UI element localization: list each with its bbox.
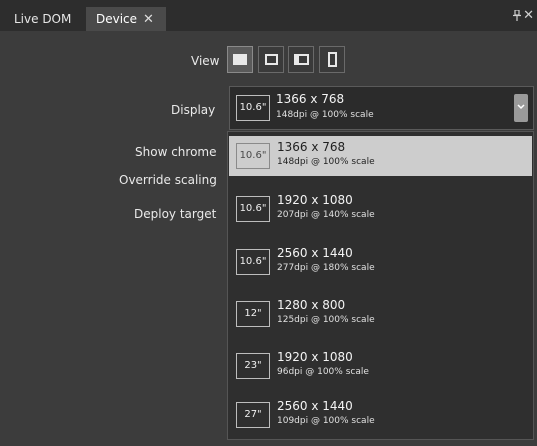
tab-bar: Live DOM Device ✕ ✕ [0, 0, 537, 31]
display-option[interactable]: 10.6" 2560 x 1440 277dpi @ 180% scale [229, 242, 532, 282]
option-resolution: 1280 x 800 [277, 298, 346, 312]
display-size-icon: 27" [236, 402, 270, 428]
option-resolution: 1920 x 1080 [277, 193, 353, 207]
display-option[interactable]: 10.6" 1920 x 1080 207dpi @ 140% scale [229, 189, 532, 229]
tab-device[interactable]: Device ✕ [86, 7, 166, 31]
view-landscape-small-button[interactable] [258, 46, 284, 73]
view-landscape-full-button[interactable] [227, 46, 253, 73]
display-resolution: 1366 x 768 [276, 92, 345, 106]
display-select[interactable]: 10.6" 1366 x 768 148dpi @ 100% scale [229, 86, 534, 130]
landscape-small-icon [265, 54, 278, 65]
landscape-snapped-icon [294, 54, 309, 65]
option-resolution: 2560 x 1440 [277, 399, 353, 413]
display-size-icon: 10.6" [236, 143, 270, 169]
option-resolution: 1920 x 1080 [277, 350, 353, 364]
view-label: View [191, 54, 220, 68]
option-resolution: 2560 x 1440 [277, 246, 353, 260]
pane-close-icon[interactable]: ✕ [523, 8, 534, 23]
chevron-down-icon[interactable] [514, 94, 528, 122]
display-option[interactable]: 10.6" 1366 x 768 148dpi @ 100% scale [229, 136, 532, 176]
display-size-icon: 10.6" [236, 95, 270, 121]
option-dpi: 109dpi @ 100% scale [277, 416, 375, 426]
display-size-icon: 10.6" [236, 249, 270, 275]
landscape-full-icon [233, 54, 247, 65]
option-dpi: 207dpi @ 140% scale [277, 210, 375, 220]
display-dpi: 148dpi @ 100% scale [276, 110, 374, 120]
override-scaling-label: Override scaling [119, 173, 217, 187]
show-chrome-label: Show chrome [135, 145, 217, 159]
pin-icon[interactable] [513, 9, 521, 24]
portrait-icon [328, 52, 337, 67]
tab-close-icon[interactable]: ✕ [143, 12, 154, 27]
tab-live-dom[interactable]: Live DOM [4, 7, 81, 31]
deploy-target-label: Deploy target [134, 207, 217, 221]
display-size-icon: 12" [236, 301, 270, 327]
display-size-icon: 23" [236, 353, 270, 379]
option-dpi: 277dpi @ 180% scale [277, 263, 375, 273]
tab-device-label: Device [96, 12, 138, 26]
option-resolution: 1366 x 768 [277, 140, 346, 154]
view-landscape-snapped-button[interactable] [288, 46, 314, 73]
display-label: Display [171, 103, 216, 117]
display-option[interactable]: 27" 2560 x 1440 109dpi @ 100% scale [229, 395, 532, 435]
view-portrait-button[interactable] [319, 46, 345, 73]
option-dpi: 148dpi @ 100% scale [277, 157, 375, 167]
option-dpi: 125dpi @ 100% scale [277, 315, 375, 325]
display-option[interactable]: 23" 1920 x 1080 96dpi @ 100% scale [229, 346, 532, 386]
display-option[interactable]: 12" 1280 x 800 125dpi @ 100% scale [229, 294, 532, 334]
display-size-icon: 10.6" [236, 196, 270, 222]
option-dpi: 96dpi @ 100% scale [277, 367, 369, 377]
display-dropdown-list[interactable]: 10.6" 1366 x 768 148dpi @ 100% scale 10.… [227, 131, 534, 440]
